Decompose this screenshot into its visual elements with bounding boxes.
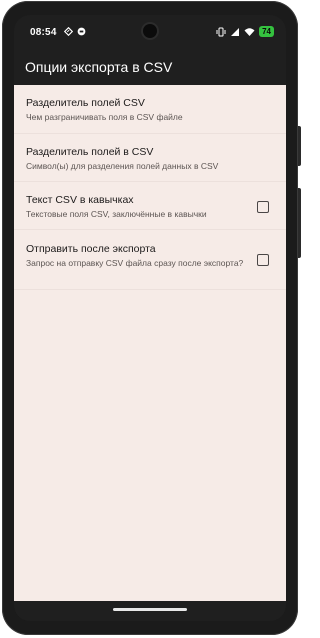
setting-quoted-text[interactable]: Текст CSV в кавычках Текстовые поля CSV,… xyxy=(14,181,286,230)
navigation-bar xyxy=(14,601,286,621)
wifi-icon xyxy=(244,27,255,36)
setting-title: Отправить после экспорта xyxy=(26,243,156,255)
setting-title: Разделитель полей CSV xyxy=(26,97,145,109)
screen: 08:54 74 Опции экспорта в CSV Разделител… xyxy=(14,15,286,621)
volume-button xyxy=(298,188,301,258)
status-time: 08:54 xyxy=(30,27,57,38)
status-icons: 74 xyxy=(216,26,274,37)
location-diamond-icon xyxy=(64,27,73,36)
setting-summary: Чем разграничивать поля в CSV файле xyxy=(26,112,183,122)
setting-summary: Символ(ы) для разделения полей данных в … xyxy=(26,161,219,171)
send-after-export-checkbox[interactable] xyxy=(257,254,269,266)
app-bar: Опции экспорта в CSV xyxy=(14,49,286,89)
setting-send-after-export[interactable]: Отправить после экспорта Запрос на отпра… xyxy=(14,229,286,290)
page-title: Опции экспорта в CSV xyxy=(25,59,173,75)
status-bar: 08:54 74 xyxy=(14,15,286,49)
setting-title: Разделитель полей в CSV xyxy=(26,146,154,158)
setting-summary: Запрос на отправку CSV файла сразу после… xyxy=(26,258,244,268)
setting-title: Текст CSV в кавычках xyxy=(26,194,134,206)
home-gesture-handle[interactable] xyxy=(113,608,187,611)
setting-field-delimiter[interactable]: Разделитель полей в CSV Символ(ы) для ра… xyxy=(14,133,286,182)
power-button xyxy=(298,126,301,166)
setting-field-separator[interactable]: Разделитель полей CSV Чем разграничивать… xyxy=(14,85,286,134)
setting-summary: Текстовые поля CSV, заключённые в кавычк… xyxy=(26,209,207,219)
settings-list: Разделитель полей CSV Чем разграничивать… xyxy=(14,85,286,601)
battery-icon: 74 xyxy=(259,26,274,37)
front-camera xyxy=(143,24,157,38)
signal-icon xyxy=(231,27,240,36)
vibrate-icon xyxy=(216,27,226,36)
quoted-text-checkbox[interactable] xyxy=(257,201,269,213)
circle-dot-icon xyxy=(77,27,86,36)
